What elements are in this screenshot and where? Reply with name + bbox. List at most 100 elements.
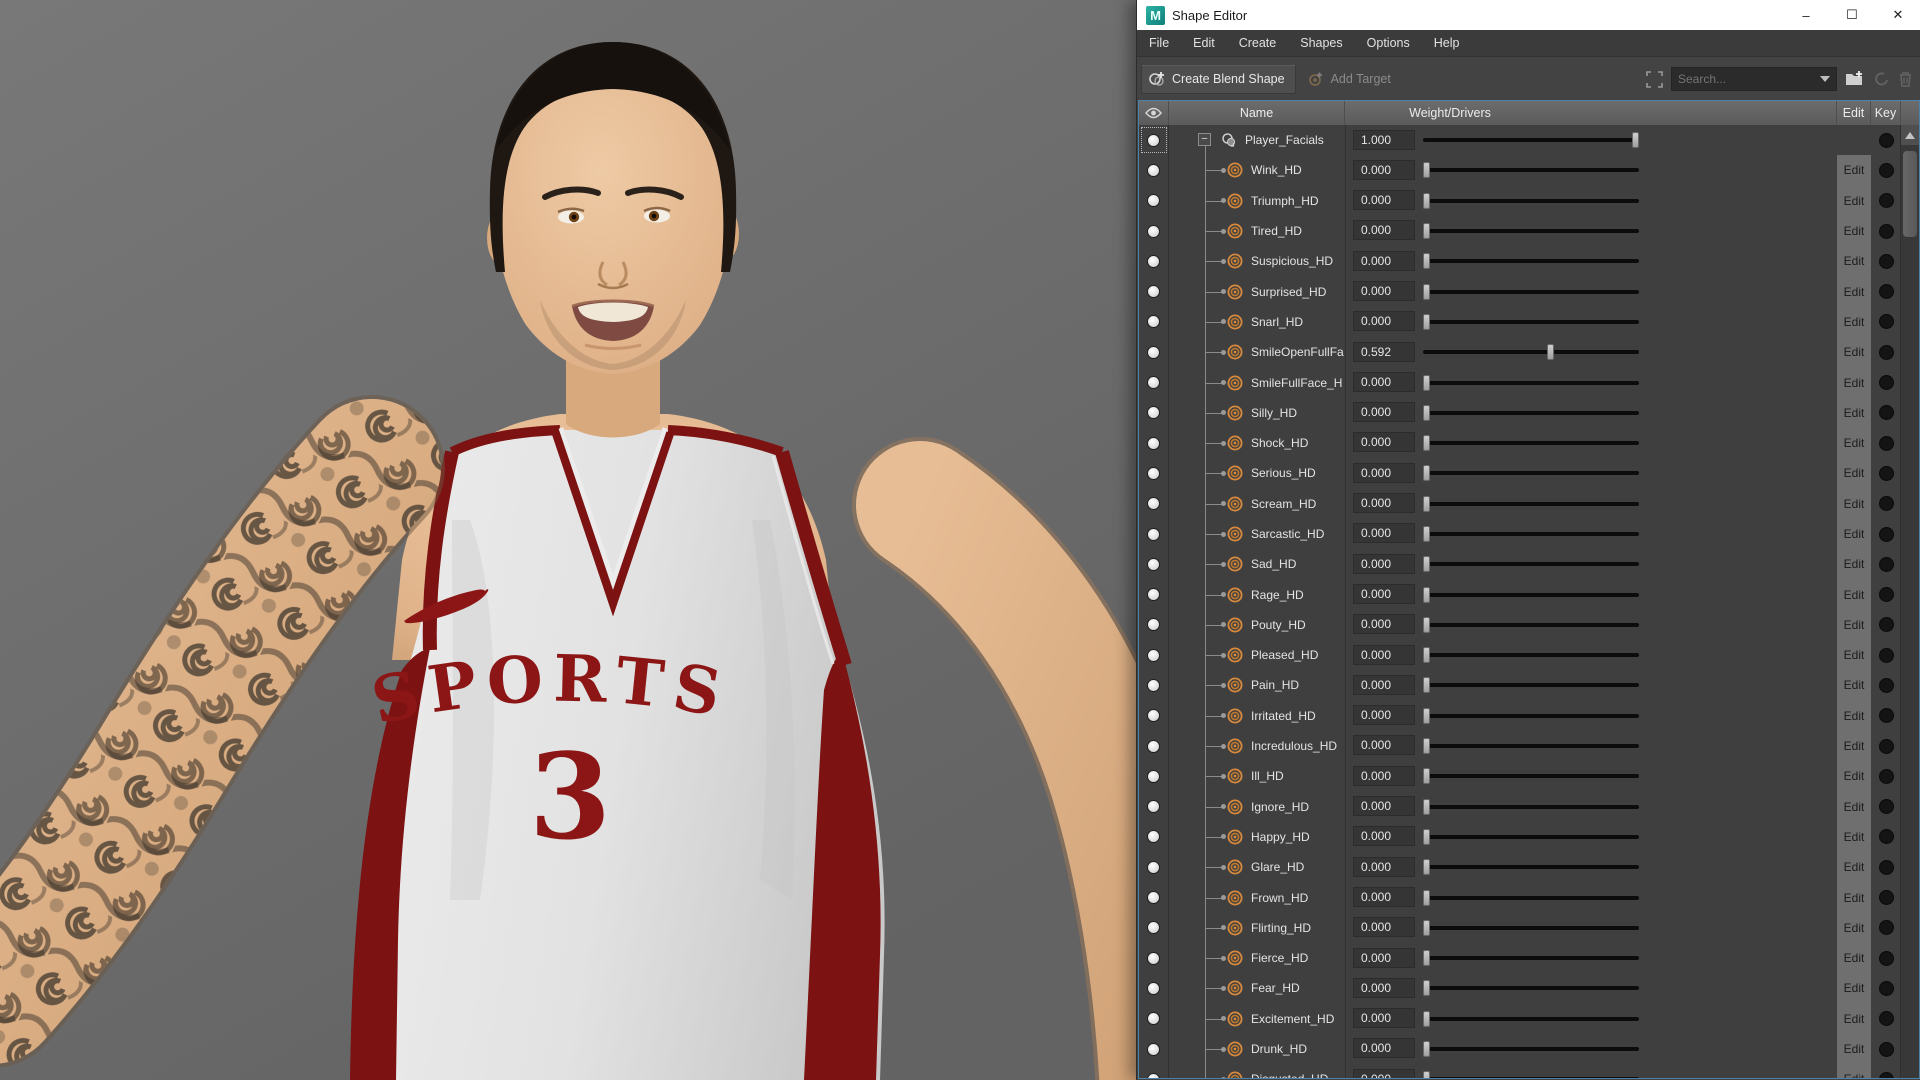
close-button[interactable]: ✕ [1875,0,1920,30]
slider-handle[interactable] [1423,253,1430,270]
menu-create[interactable]: Create [1227,30,1289,56]
target-name-label[interactable]: Irritated_HD [1251,709,1316,723]
target-name-label[interactable]: Fear_HD [1251,981,1300,995]
tree-row[interactable]: Disgusted_HD 0.000 Edit [1139,1064,1901,1078]
weight-slider[interactable] [1423,489,1639,519]
slider-handle[interactable] [1423,707,1430,724]
key-toggle[interactable] [1878,496,1894,512]
menu-shapes[interactable]: Shapes [1288,30,1354,56]
weight-slider[interactable] [1423,246,1639,276]
tree-row[interactable]: Tired_HD 0.000 Edit [1139,215,1901,247]
weight-value-field[interactable]: 0.000 [1353,614,1415,635]
weight-value-field[interactable]: 1.000 [1353,129,1415,150]
weight-value-field[interactable]: 0.000 [1353,886,1415,907]
slider-handle[interactable] [1423,526,1430,542]
weight-slider[interactable] [1423,973,1639,1003]
target-name-label[interactable]: Ill_HD [1251,769,1284,783]
visibility-toggle[interactable] [1139,700,1169,731]
visibility-toggle[interactable] [1139,943,1169,974]
visibility-toggle[interactable] [1139,1003,1169,1034]
target-name-label[interactable]: Suspicious_HD [1251,254,1333,268]
edit-button[interactable]: Edit [1837,912,1871,944]
slider-handle[interactable] [1423,1010,1430,1027]
weight-slider[interactable] [1423,155,1639,185]
weight-value-field[interactable]: 0.000 [1353,735,1415,756]
weight-slider[interactable] [1423,125,1639,155]
weight-slider[interactable] [1423,943,1639,973]
visibility-toggle[interactable] [1139,882,1169,913]
tree-row[interactable]: Silly_HD 0.000 Edit [1139,397,1901,428]
target-name-label[interactable]: Wink_HD [1251,163,1302,177]
pick-walk-icon[interactable] [1646,70,1663,88]
target-name-label[interactable]: Flirting_HD [1251,921,1311,935]
target-name-label[interactable]: Shock_HD [1251,436,1308,450]
slider-handle[interactable] [1423,738,1430,755]
weight-value-field[interactable]: 0.000 [1353,311,1415,332]
visibility-toggle[interactable] [1139,306,1169,338]
weight-slider[interactable] [1423,1034,1639,1064]
create-blend-shape-button[interactable]: Create Blend Shape [1141,64,1296,94]
edit-button[interactable]: Edit [1837,1003,1871,1034]
key-toggle[interactable] [1878,587,1894,603]
tree-row[interactable]: Incredulous_HD 0.000 Edit [1139,730,1901,762]
slider-handle[interactable] [1423,223,1430,240]
target-name-label[interactable]: Sad_HD [1251,557,1296,571]
visibility-toggle[interactable] [1139,821,1169,853]
slider-handle[interactable] [1423,798,1430,815]
visibility-column-header[interactable] [1139,101,1169,125]
weight-slider[interactable] [1423,216,1639,246]
target-name-label[interactable]: Rage_HD [1251,588,1304,602]
weight-value-field[interactable]: 0.000 [1353,1008,1415,1029]
key-toggle[interactable] [1878,890,1894,906]
weight-value-field[interactable]: 0.000 [1353,462,1415,483]
key-toggle[interactable] [1878,526,1894,542]
weight-slider[interactable] [1423,1004,1639,1034]
slider-handle[interactable] [1423,404,1430,421]
tree-row[interactable]: − Player_Facials 1.000 [1139,125,1901,156]
key-toggle[interactable] [1878,132,1894,148]
target-name-label[interactable]: Serious_HD [1251,466,1316,480]
key-toggle[interactable] [1878,1011,1894,1027]
slider-handle[interactable] [1423,828,1430,845]
weight-value-field[interactable]: 0.000 [1353,432,1415,453]
weight-value-field[interactable]: 0.000 [1353,947,1415,968]
visibility-toggle[interactable] [1139,427,1169,459]
new-group-icon[interactable] [1845,70,1865,88]
visibility-toggle[interactable] [1139,1033,1169,1065]
weight-slider[interactable] [1423,579,1639,609]
weight-value-field[interactable]: 0.000 [1353,917,1415,938]
vertical-scrollbar[interactable] [1900,125,1919,1078]
slider-handle[interactable] [1423,889,1430,906]
target-name-label[interactable]: Sarcastic_HD [1251,527,1324,541]
slider-handle[interactable] [1423,313,1430,330]
edit-button[interactable]: Edit [1837,791,1871,822]
weight-slider[interactable] [1423,398,1639,428]
weight-value-field[interactable]: 0.000 [1353,523,1415,544]
visibility-toggle[interactable] [1139,1064,1169,1078]
key-toggle[interactable] [1878,284,1894,300]
weight-value-field[interactable]: 0.000 [1353,765,1415,786]
edit-button[interactable]: Edit [1837,185,1871,216]
tree-row[interactable]: Fierce_HD 0.000 Edit [1139,943,1901,974]
visibility-toggle[interactable] [1139,670,1169,701]
visibility-toggle[interactable] [1139,488,1169,519]
target-name-label[interactable]: Player_Facials [1245,133,1324,147]
slider-handle[interactable] [1423,647,1430,664]
target-name-label[interactable]: SmileFullFace_H [1251,376,1342,390]
target-name-label[interactable]: Snarl_HD [1251,315,1303,329]
key-toggle[interactable] [1878,162,1894,178]
edit-button[interactable]: Edit [1837,337,1871,368]
tree-row[interactable]: Rage_HD 0.000 Edit [1139,579,1901,610]
tree-row[interactable]: Irritated_HD 0.000 Edit [1139,700,1901,731]
visibility-toggle[interactable] [1139,367,1169,398]
weight-slider[interactable] [1423,913,1639,943]
weight-slider[interactable] [1423,367,1639,397]
tree-row[interactable]: Pleased_HD 0.000 Edit [1139,640,1901,671]
edit-button[interactable]: Edit [1837,700,1871,731]
slider-handle[interactable] [1423,465,1430,482]
weight-value-field[interactable]: 0.000 [1353,705,1415,726]
tree-row[interactable]: Triumph_HD 0.000 Edit [1139,185,1901,216]
weight-value-field[interactable]: 0.000 [1353,796,1415,817]
weight-value-field[interactable]: 0.000 [1353,856,1415,877]
edit-button[interactable]: Edit [1837,670,1871,701]
